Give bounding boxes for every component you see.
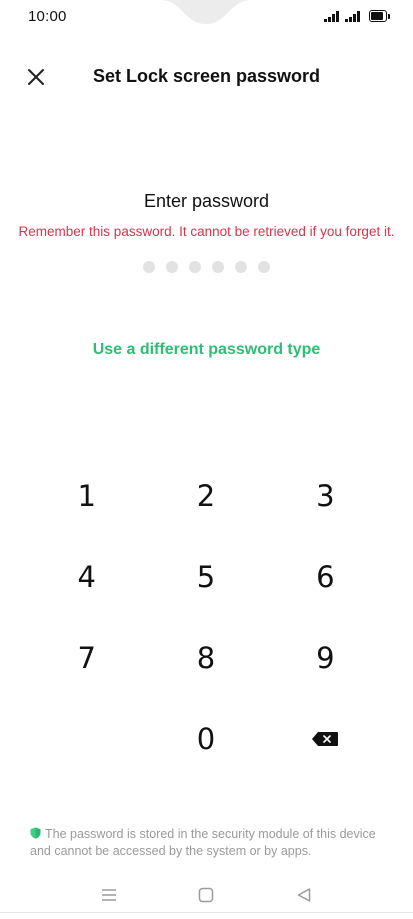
- key-3[interactable]: 3: [266, 455, 385, 536]
- key-empty: [27, 698, 146, 779]
- menu-button[interactable]: [89, 880, 129, 910]
- security-note-text: The password is stored in the security m…: [30, 827, 376, 858]
- key-8[interactable]: 8: [146, 617, 265, 698]
- password-warning: Remember this password. It cannot be ret…: [18, 224, 395, 239]
- key-9[interactable]: 9: [266, 617, 385, 698]
- home-icon: [199, 887, 214, 903]
- key-4[interactable]: 4: [27, 536, 146, 617]
- security-note: The password is stored in the security m…: [30, 826, 390, 859]
- key-2[interactable]: 2: [146, 455, 265, 536]
- battery-icon: [369, 10, 390, 22]
- password-dot: [258, 261, 270, 273]
- status-icons: [324, 10, 390, 22]
- number-keypad: 1 2 3 4 5 6 7 8 9 0: [27, 455, 385, 779]
- status-time: 10:00: [28, 8, 67, 25]
- signal-icon: [324, 10, 339, 22]
- backspace-button[interactable]: [266, 698, 385, 779]
- key-7[interactable]: 7: [27, 617, 146, 698]
- signal-icon: [345, 10, 360, 22]
- key-0[interactable]: 0: [146, 698, 265, 779]
- password-dot: [189, 261, 201, 273]
- status-bar: 10:00: [0, 0, 413, 30]
- navigation-bar: [0, 877, 413, 913]
- backspace-icon: [312, 731, 339, 746]
- home-button[interactable]: [186, 880, 226, 910]
- menu-icon: [101, 889, 116, 901]
- password-dots: [0, 261, 413, 273]
- shield-icon: [30, 827, 41, 843]
- back-icon: [297, 888, 311, 902]
- password-dot: [166, 261, 178, 273]
- key-1[interactable]: 1: [27, 455, 146, 536]
- password-dot: [212, 261, 224, 273]
- password-dot: [235, 261, 247, 273]
- enter-password-label: Enter password: [143, 191, 270, 211]
- different-password-type-link[interactable]: Use a different password type: [0, 341, 413, 359]
- key-6[interactable]: 6: [266, 536, 385, 617]
- bottom-divider: [0, 912, 413, 913]
- back-button[interactable]: [284, 880, 324, 910]
- key-5[interactable]: 5: [146, 536, 265, 617]
- page-title: Set Lock screen password: [92, 66, 321, 86]
- password-dot: [143, 261, 155, 273]
